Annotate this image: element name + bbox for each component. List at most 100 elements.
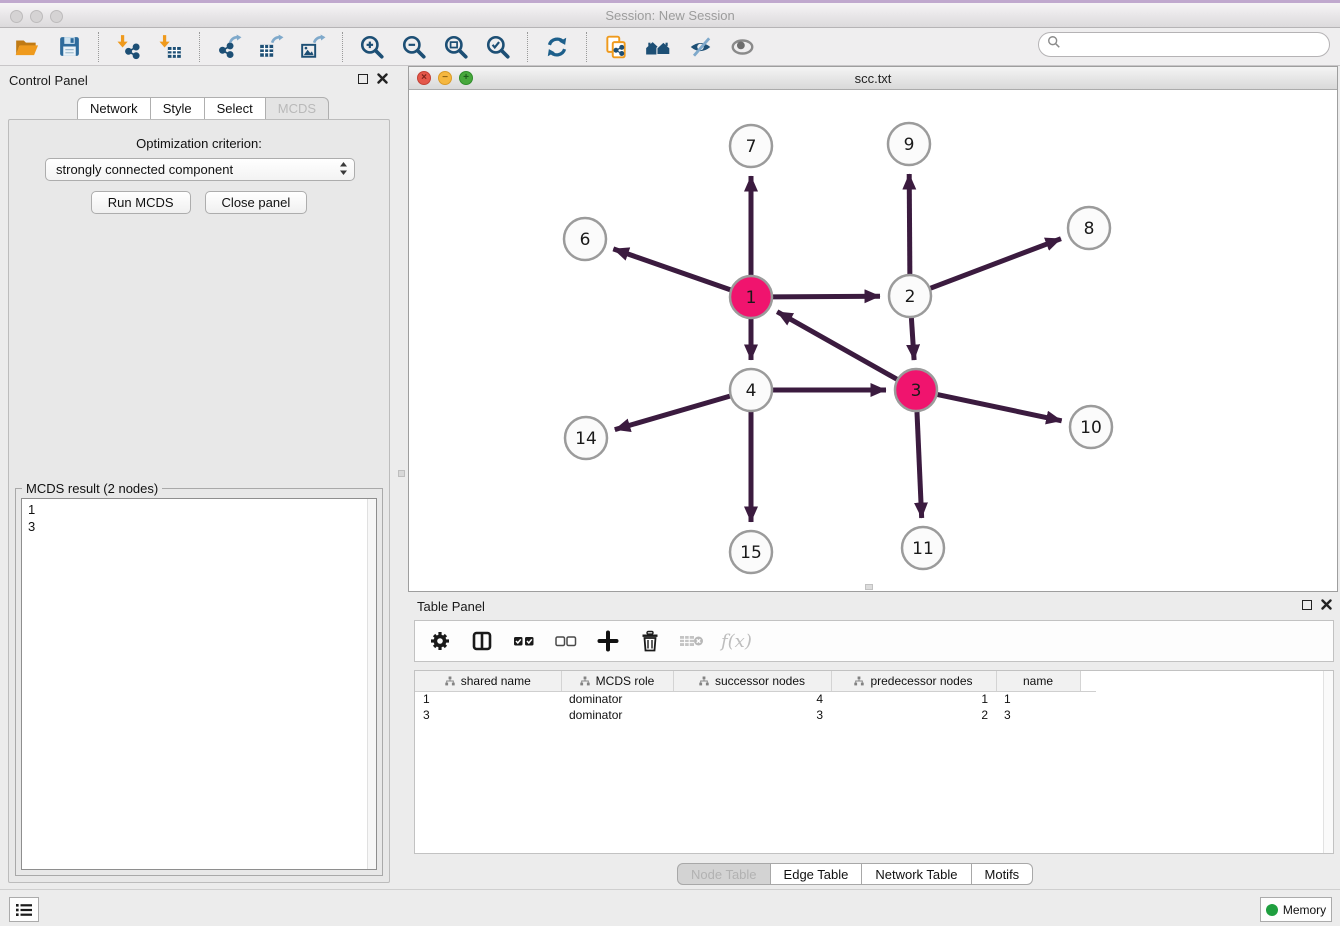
node-1[interactable]: 1 <box>730 276 772 318</box>
column-header-mcds-role[interactable]: MCDS role <box>561 671 673 691</box>
zoom-in-icon[interactable] <box>355 30 389 64</box>
node-14[interactable]: 14 <box>565 417 607 459</box>
cell-name[interactable]: 1 <box>996 691 1080 707</box>
tab-mcds[interactable]: MCDS <box>266 97 329 120</box>
cell-name[interactable]: 3 <box>996 707 1080 723</box>
vertical-splitter[interactable] <box>396 66 408 889</box>
edge-1-6[interactable] <box>613 249 730 290</box>
tab-style[interactable]: Style <box>151 97 205 120</box>
network-window-titlebar[interactable]: × − + scc.txt <box>409 67 1337 90</box>
open-file-icon[interactable] <box>10 30 44 64</box>
splitter-handle[interactable] <box>398 470 405 477</box>
edge-2-3[interactable] <box>911 318 914 360</box>
edge-1-2[interactable] <box>773 296 880 297</box>
memory-button[interactable]: Memory <box>1260 897 1332 922</box>
list-icon <box>15 902 33 918</box>
hide-details-icon[interactable] <box>683 30 717 64</box>
cell-shared-name[interactable]: 3 <box>415 707 561 723</box>
table-row[interactable]: 1 dominator 4 1 1 <box>415 691 1096 707</box>
edge-4-14[interactable] <box>615 396 730 429</box>
cell-shared-name[interactable]: 1 <box>415 691 561 707</box>
close-table-panel-icon[interactable] <box>1321 599 1332 610</box>
close-panel-button[interactable]: Close panel <box>205 191 308 214</box>
zoom-window-button[interactable] <box>50 10 63 23</box>
zoom-fit-icon[interactable] <box>439 30 473 64</box>
cell-predecessor-nodes[interactable]: 2 <box>831 707 996 723</box>
apply-layout-icon[interactable] <box>540 30 574 64</box>
edge-3-1[interactable] <box>777 312 897 379</box>
minimize-window-button[interactable] <box>30 10 43 23</box>
delete-column-trash-icon[interactable] <box>637 628 663 654</box>
cell-mcds-role[interactable]: dominator <box>561 691 673 707</box>
cell-predecessor-nodes[interactable]: 1 <box>831 691 996 707</box>
close-window-button[interactable] <box>10 10 23 23</box>
tab-motifs[interactable]: Motifs <box>972 863 1034 885</box>
show-graphics-details-icon[interactable] <box>725 30 759 64</box>
column-header-shared-name[interactable]: shared name <box>415 671 561 691</box>
edge-2-8[interactable] <box>931 239 1061 289</box>
node-9[interactable]: 9 <box>888 123 930 165</box>
close-panel-icon[interactable] <box>377 73 388 84</box>
minimize-view-icon[interactable]: − <box>438 71 452 85</box>
column-header-successor-nodes[interactable]: successor nodes <box>673 671 831 691</box>
float-table-panel-icon[interactable] <box>1302 600 1312 610</box>
column-header-predecessor-nodes[interactable]: predecessor nodes <box>831 671 996 691</box>
edge-3-10[interactable] <box>938 395 1062 421</box>
clone-network-icon[interactable] <box>599 30 633 64</box>
toolbar-separator <box>527 32 528 62</box>
horizontal-splitter-handle[interactable] <box>865 584 873 590</box>
node-4[interactable]: 4 <box>730 369 772 411</box>
optimization-criterion-label: Optimization criterion: <box>9 136 389 151</box>
export-image-icon[interactable] <box>296 30 330 64</box>
export-table-icon[interactable] <box>254 30 288 64</box>
cell-mcds-role[interactable]: dominator <box>561 707 673 723</box>
node-11[interactable]: 11 <box>902 527 944 569</box>
table-settings-gear-icon[interactable] <box>427 628 453 654</box>
run-mcds-button[interactable]: Run MCDS <box>91 191 191 214</box>
tab-node-table[interactable]: Node Table <box>677 863 771 885</box>
node-7[interactable]: 7 <box>730 125 772 167</box>
search-box[interactable] <box>1038 32 1330 57</box>
float-panel-icon[interactable] <box>358 74 368 84</box>
edge-2-9[interactable] <box>909 174 910 274</box>
close-view-icon[interactable]: × <box>417 71 431 85</box>
home-networks-icon[interactable] <box>641 30 675 64</box>
cell-successor-nodes[interactable]: 4 <box>673 691 831 707</box>
node-table[interactable]: shared name MCDS role successor nodes pr… <box>414 670 1334 854</box>
edge-3-11[interactable] <box>917 412 922 518</box>
node-15[interactable]: 15 <box>730 531 772 573</box>
search-input[interactable] <box>1061 35 1329 55</box>
deselect-all-icon[interactable] <box>553 628 579 654</box>
tab-edge-table[interactable]: Edge Table <box>771 863 863 885</box>
export-network-icon[interactable] <box>212 30 246 64</box>
node-3[interactable]: 3 <box>895 369 937 411</box>
node-10[interactable]: 10 <box>1070 406 1112 448</box>
import-table-icon[interactable] <box>153 30 187 64</box>
node-8[interactable]: 8 <box>1068 207 1110 249</box>
result-scrollbar[interactable] <box>367 499 376 869</box>
tab-network-table[interactable]: Network Table <box>862 863 971 885</box>
import-network-icon[interactable] <box>111 30 145 64</box>
select-all-icon[interactable] <box>511 628 537 654</box>
tab-network[interactable]: Network <box>77 97 151 120</box>
table-row[interactable]: 3 dominator 3 2 3 <box>415 707 1096 723</box>
window-controls[interactable] <box>10 10 63 23</box>
toggle-column-panel-icon[interactable] <box>469 628 495 654</box>
mcds-result-title: MCDS result (2 nodes) <box>22 481 162 496</box>
save-session-icon[interactable] <box>52 30 86 64</box>
cell-successor-nodes[interactable]: 3 <box>673 707 831 723</box>
add-column-icon[interactable] <box>595 628 621 654</box>
criterion-dropdown[interactable]: strongly connected component <box>45 158 355 181</box>
tab-select[interactable]: Select <box>205 97 266 120</box>
node-2[interactable]: 2 <box>889 275 931 317</box>
zoom-selected-icon[interactable] <box>481 30 515 64</box>
main-toolbar <box>0 28 1340 66</box>
maximize-view-icon[interactable]: + <box>459 71 473 85</box>
task-history-button[interactable] <box>9 897 39 922</box>
zoom-out-icon[interactable] <box>397 30 431 64</box>
mcds-result-textarea[interactable]: 1 3 <box>21 498 377 870</box>
node-6[interactable]: 6 <box>564 218 606 260</box>
table-scrollbar[interactable] <box>1323 671 1333 853</box>
network-canvas[interactable]: 7 9 6 8 1 2 4 3 14 10 15 11 <box>409 90 1337 591</box>
column-header-name[interactable]: name <box>996 671 1080 691</box>
